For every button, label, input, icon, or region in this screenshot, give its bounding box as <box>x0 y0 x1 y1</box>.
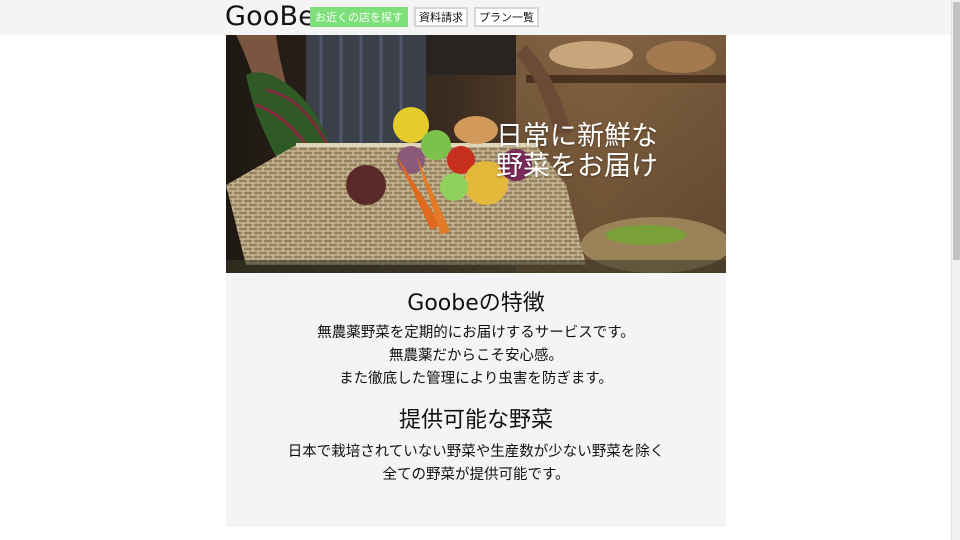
plan-list-button[interactable]: プラン一覧 <box>474 7 539 27</box>
features-line-2: 無農薬だからこそ安心感。 <box>389 348 563 364</box>
hero-headline-line-2: 野菜をお届け <box>496 151 658 182</box>
page-scrollbar[interactable] <box>951 0 960 540</box>
site-header: GooBe お近くの店を探す 資料請求 プラン一覧 <box>0 0 951 35</box>
site-logo[interactable]: GooBe <box>225 0 315 33</box>
features-line-3: また徹底した管理により虫害を防ぎます。 <box>339 371 613 387</box>
features-line-1: 無農薬野菜を定期的にお届けするサービスです。 <box>317 325 635 341</box>
scrollbar-thumb[interactable] <box>953 2 960 260</box>
info-section: Goobeの特徴 無農薬野菜を定期的にお届けするサービスです。 無農薬だからこそ… <box>226 273 726 527</box>
vegetables-line-1: 日本で栽培されていない野菜や生産数が少ない野菜を除く <box>287 444 665 460</box>
request-materials-button[interactable]: 資料請求 <box>414 7 468 27</box>
hero-banner: 日常に新鮮な 野菜をお届け <box>226 35 726 273</box>
features-block: Goobeの特徴 無農薬野菜を定期的にお届けするサービスです。 無農薬だからこそ… <box>226 290 726 391</box>
features-heading: Goobeの特徴 <box>407 291 545 316</box>
vegetables-line-2: 全ての野菜が提供可能です。 <box>382 467 570 483</box>
features-text: 無農薬野菜を定期的にお届けするサービスです。 無農薬だからこそ安心感。 また徹底… <box>226 322 726 391</box>
main-nav: お近くの店を探す 資料請求 プラン一覧 <box>310 7 539 27</box>
hero-headline: 日常に新鮮な 野菜をお届け <box>496 122 658 182</box>
available-vegetables-heading: 提供可能な野菜 <box>398 408 553 433</box>
available-vegetables-block: 提供可能な野菜 日本で栽培されていない野菜や生産数が少ない野菜を除く 全ての野菜… <box>226 407 726 487</box>
find-store-button[interactable]: お近くの店を探す <box>310 7 408 27</box>
available-vegetables-text: 日本で栽培されていない野菜や生産数が少ない野菜を除く 全ての野菜が提供可能です。 <box>226 441 726 487</box>
hero-headline-line-1: 日常に新鮮な <box>496 121 658 152</box>
